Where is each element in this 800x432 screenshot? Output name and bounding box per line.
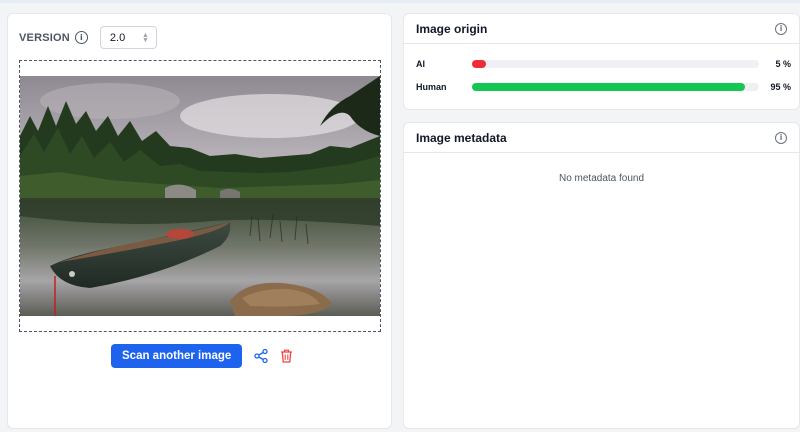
- version-value: 2.0: [109, 31, 126, 44]
- no-metadata-message: No metadata found: [558, 173, 645, 184]
- scan-another-image-button[interactable]: Scan another image: [111, 344, 243, 368]
- image-origin-panel: Image origin i AI 5 % Human 95 %: [403, 13, 800, 110]
- scan-actions: Scan another image: [111, 344, 293, 368]
- image-metadata-header: Image metadata i: [404, 123, 799, 153]
- image-metadata-info-icon[interactable]: i: [775, 131, 787, 144]
- uploaded-image: [20, 76, 380, 316]
- image-scan-panel: VERSION i 2.0 ▲ ▼ Scan another image: [7, 13, 392, 429]
- origin-row-human: Human 95 %: [416, 82, 791, 92]
- share-icon[interactable]: [254, 349, 268, 363]
- origin-bar-track: [472, 60, 759, 68]
- stepper-chevrons-icon: ▲ ▼: [141, 31, 149, 44]
- version-info-icon[interactable]: i: [74, 31, 88, 44]
- trash-icon[interactable]: [280, 349, 293, 363]
- origin-bar-fill: [472, 83, 745, 91]
- origin-value: 95 %: [770, 82, 791, 92]
- origin-label: Human: [416, 82, 447, 92]
- version-select[interactable]: 2.0 ▲ ▼: [99, 26, 157, 49]
- image-origin-title: Image origin: [416, 21, 488, 36]
- image-origin-header: Image origin i: [404, 14, 799, 44]
- uploaded-image-frame: [19, 60, 381, 332]
- image-metadata-panel: Image metadata i No metadata found: [403, 122, 800, 429]
- top-divider: [0, 0, 800, 3]
- origin-bar-fill: [472, 60, 487, 68]
- origin-label: AI: [416, 59, 425, 69]
- image-metadata-title: Image metadata: [416, 130, 507, 145]
- version-label: VERSION: [19, 31, 70, 44]
- version-row: VERSION i 2.0 ▲ ▼: [19, 26, 157, 49]
- origin-row-ai: AI 5 %: [416, 59, 791, 69]
- origin-bar-track: [472, 83, 759, 91]
- image-origin-info-icon[interactable]: i: [775, 22, 787, 35]
- origin-value: 5 %: [775, 59, 791, 69]
